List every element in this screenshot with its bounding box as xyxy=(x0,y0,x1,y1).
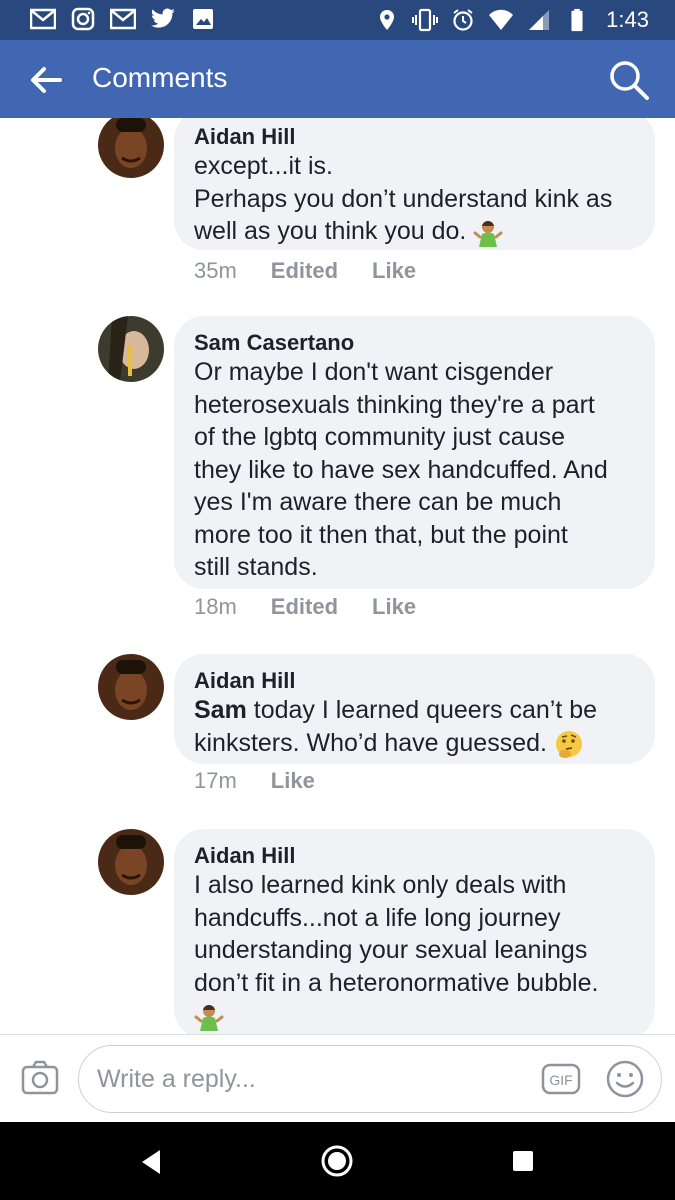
comment-bubble[interactable]: Aidan Hill except...it is. Perhaps you d… xyxy=(174,118,655,250)
thinking-face-icon xyxy=(555,730,582,758)
avatar[interactable] xyxy=(98,829,164,895)
alarm-icon xyxy=(453,9,473,31)
comment-text-line: well as you think you do. xyxy=(194,217,467,245)
page-title: Comments xyxy=(92,62,228,93)
comment-meta: 35m Edited Like xyxy=(194,258,416,284)
comment-text-line: Or maybe I don't want cisgender xyxy=(194,358,554,386)
comment-author[interactable]: Aidan Hill xyxy=(194,124,635,150)
camera-icon[interactable] xyxy=(20,1057,60,1097)
gif-label: GIF xyxy=(549,1072,572,1088)
comment-author[interactable]: Sam Casertano xyxy=(194,330,635,356)
comment-bubble[interactable]: Aidan Hill I also learned kink only deal… xyxy=(174,829,655,1034)
comment-text-line: kinksters. Who’d have guessed. xyxy=(194,728,547,757)
like-button[interactable]: Like xyxy=(372,258,416,284)
edited-link[interactable]: Edited xyxy=(271,594,338,620)
comment-text-line-with-emoji: kinksters. Who’d have guessed. xyxy=(194,727,635,760)
wifi-icon xyxy=(489,9,514,30)
comment-text-line: today I learned queers can’t be xyxy=(246,696,598,724)
vibrate-icon xyxy=(412,8,439,32)
comment-author[interactable]: Aidan Hill xyxy=(194,668,635,694)
comment-text-line: I also learned kink only deals with xyxy=(194,871,567,899)
comment-time: 18m xyxy=(194,594,237,619)
comment-author[interactable]: Aidan Hill xyxy=(194,843,635,869)
smiley-icon[interactable] xyxy=(605,1059,645,1099)
instagram-icon xyxy=(71,7,95,31)
status-bar: 1:43 xyxy=(0,0,675,40)
comment-text-line: still stands. xyxy=(194,553,318,581)
edited-link[interactable]: Edited xyxy=(271,258,338,284)
comment-text-line-with-mention: Sam today I learned queers can’t be xyxy=(194,694,635,727)
arrow-left-icon[interactable] xyxy=(26,64,66,96)
like-button[interactable]: Like xyxy=(372,594,416,620)
signal-icon xyxy=(529,10,550,30)
avatar[interactable] xyxy=(98,118,164,178)
nav-home-icon[interactable] xyxy=(320,1144,354,1178)
gif-button[interactable]: GIF xyxy=(541,1061,581,1097)
comment-text-line: they like to have sex handcuffed. And xyxy=(194,455,608,484)
comment-text-line-with-emoji: well as you think you do. xyxy=(194,215,635,248)
app-bar: Comments xyxy=(0,40,675,118)
comment-text-line: don’t fit in a heteronormative bubble. xyxy=(194,968,599,997)
gif-icon: GIF xyxy=(541,1063,581,1095)
comment-text-line: more too it then that, but the point xyxy=(194,520,568,549)
gmail-icon xyxy=(110,8,136,30)
comment-text-line: except...it is. xyxy=(194,152,333,180)
person-shrugging-icon xyxy=(194,1005,224,1032)
location-icon xyxy=(380,10,395,30)
comment-time: 17m xyxy=(194,768,237,793)
avatar[interactable] xyxy=(98,654,164,720)
avatar[interactable] xyxy=(98,316,164,382)
gallery-icon xyxy=(193,9,213,29)
like-button[interactable]: Like xyxy=(271,768,315,794)
gmail-icon xyxy=(30,8,56,30)
comment-bubble[interactable]: Sam Casertano Or maybe I don't want cisg… xyxy=(174,316,655,589)
comment-text-line: heterosexuals thinking they're a part xyxy=(194,390,595,419)
nav-back-icon[interactable] xyxy=(138,1148,164,1176)
comment-text-line: handcuffs...not a life long journey xyxy=(194,903,561,932)
comment-bubble[interactable]: Aidan Hill Sam today I learned queers ca… xyxy=(174,654,655,764)
comment-text-line: Perhaps you don’t understand kink as xyxy=(194,184,613,213)
search-icon[interactable] xyxy=(607,58,651,102)
comment-text-line: of the lgbtq community just cause xyxy=(194,423,566,451)
reply-placeholder: Write a reply... xyxy=(97,1065,256,1093)
twitter-icon xyxy=(151,8,175,28)
reply-input[interactable]: Write a reply... GIF xyxy=(78,1045,662,1113)
comment-text-line: yes I'm aware there can be much xyxy=(194,488,562,516)
comment-meta: 17m Like xyxy=(194,768,315,794)
reply-bar: Write a reply... GIF xyxy=(0,1034,675,1123)
clock-time: 1:43 xyxy=(606,7,649,32)
comment-text-line: understanding your sexual leanings xyxy=(194,936,588,964)
system-nav-bar xyxy=(0,1122,675,1200)
comment-time: 35m xyxy=(194,258,237,283)
person-shrugging-icon xyxy=(473,221,503,248)
battery-icon xyxy=(571,8,583,32)
comment-emoji-line xyxy=(194,999,635,1032)
comment-list[interactable]: Aidan Hill except...it is. Perhaps you d… xyxy=(0,118,675,1034)
mention-link[interactable]: Sam xyxy=(194,696,247,724)
nav-recent-icon[interactable] xyxy=(512,1150,534,1172)
comment-meta: 18m Edited Like xyxy=(194,594,416,620)
